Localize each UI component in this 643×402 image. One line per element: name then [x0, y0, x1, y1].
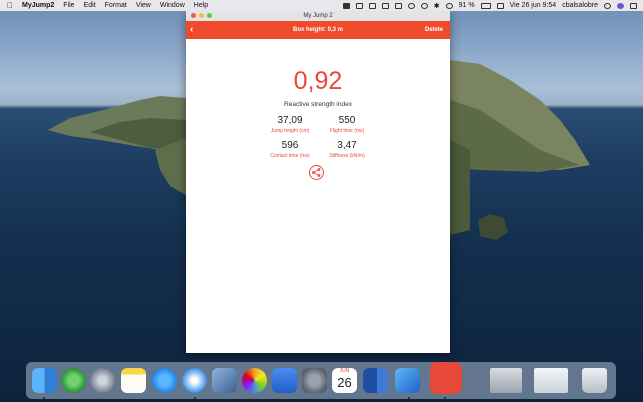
spotlight-icon[interactable] — [604, 2, 611, 9]
notes-icon[interactable] — [121, 368, 146, 393]
running-indicator — [194, 397, 196, 399]
myjump2-icon[interactable] — [430, 362, 462, 394]
window-titlebar: My Jump 2 — [186, 11, 450, 21]
safari-icon[interactable] — [61, 368, 86, 393]
running-indicator — [444, 397, 446, 399]
bluetooth-icon[interactable]: ✱ — [434, 2, 440, 10]
siri-icon[interactable] — [617, 2, 624, 9]
menu-file[interactable]: File — [63, 2, 74, 9]
dropbox-icon[interactable] — [342, 2, 350, 9]
system-preferences-icon[interactable] — [302, 368, 327, 393]
trash-icon[interactable] — [582, 368, 607, 393]
app-window: My Jump 2 ‹ Box height: 0,3 m Delete 0,9… — [186, 11, 450, 353]
app-store-icon[interactable] — [152, 368, 177, 393]
minimize-window-button[interactable] — [199, 13, 204, 18]
menu-edit[interactable]: Edit — [84, 2, 96, 9]
menu-help[interactable]: Help — [194, 2, 208, 9]
keynote-icon[interactable] — [272, 368, 297, 393]
menu-bar:  MyJump2 File Edit Format View Window H… — [0, 0, 643, 11]
menu-view[interactable]: View — [136, 2, 151, 9]
flight-time-metric: 550 Flight time (ms) — [312, 115, 382, 135]
dock: JUN 26 — [26, 362, 616, 399]
flight-time-value: 550 — [338, 115, 356, 126]
wifi-icon[interactable] — [445, 2, 453, 9]
airplay-icon[interactable] — [394, 2, 402, 9]
xcode-icon[interactable] — [395, 368, 420, 393]
stiffness-label: Stiffness (kN/m) — [329, 153, 365, 159]
photos-icon[interactable] — [242, 368, 267, 393]
time-machine-icon[interactable] — [407, 2, 415, 9]
word-icon[interactable] — [363, 368, 388, 393]
timer-icon[interactable] — [420, 2, 428, 9]
downloads-stack-icon[interactable] — [490, 368, 522, 393]
share-icon — [312, 168, 321, 177]
launchpad-icon[interactable] — [90, 368, 115, 393]
battery-percent: 91 % — [458, 2, 475, 9]
menu-window[interactable]: Window — [160, 2, 185, 9]
display-icon[interactable] — [381, 2, 389, 9]
calendar-month: JUN — [339, 368, 350, 374]
flag-icon[interactable] — [496, 2, 504, 9]
delete-button[interactable]: Delete — [425, 21, 443, 39]
nav-bar: ‹ Box height: 0,3 m Delete — [186, 21, 450, 39]
nav-title: Box height: 0,3 m — [292, 27, 343, 33]
rsi-value: 0,92 — [293, 67, 343, 95]
flight-time-label: Flight time (ms) — [329, 128, 365, 134]
folder-icon[interactable] — [355, 2, 363, 9]
clock[interactable]: Vie 26 jun 9:54 — [510, 2, 557, 9]
notification-center-icon[interactable] — [630, 2, 637, 9]
menu-format[interactable]: Format — [105, 2, 127, 9]
running-indicator — [43, 397, 45, 399]
close-window-button[interactable] — [191, 13, 196, 18]
finder-icon[interactable] — [32, 368, 57, 393]
app-menu[interactable]: MyJump2 — [22, 2, 54, 9]
stiffness-value: 3,47 — [337, 140, 357, 151]
battery-icon[interactable] — [480, 2, 491, 9]
rsi-label: Reactive strength index — [284, 101, 352, 108]
calendar-day: 26 — [337, 375, 352, 390]
user-name[interactable]: cbalsalobre — [562, 2, 598, 9]
window-title: My Jump 2 — [303, 13, 333, 19]
clip-icon[interactable] — [368, 2, 376, 9]
safari-compass-icon[interactable] — [182, 368, 207, 393]
share-button[interactable] — [309, 165, 324, 180]
stiffness-metric: 3,47 Stiffness (kN/m) — [312, 140, 382, 160]
preview-icon[interactable] — [212, 368, 237, 393]
calendar-icon[interactable]: JUN 26 — [332, 368, 357, 393]
running-indicator — [408, 397, 410, 399]
zoom-window-button[interactable] — [207, 13, 212, 18]
apple-menu-icon[interactable]:  — [7, 0, 13, 11]
documents-stack-icon[interactable] — [534, 368, 568, 393]
